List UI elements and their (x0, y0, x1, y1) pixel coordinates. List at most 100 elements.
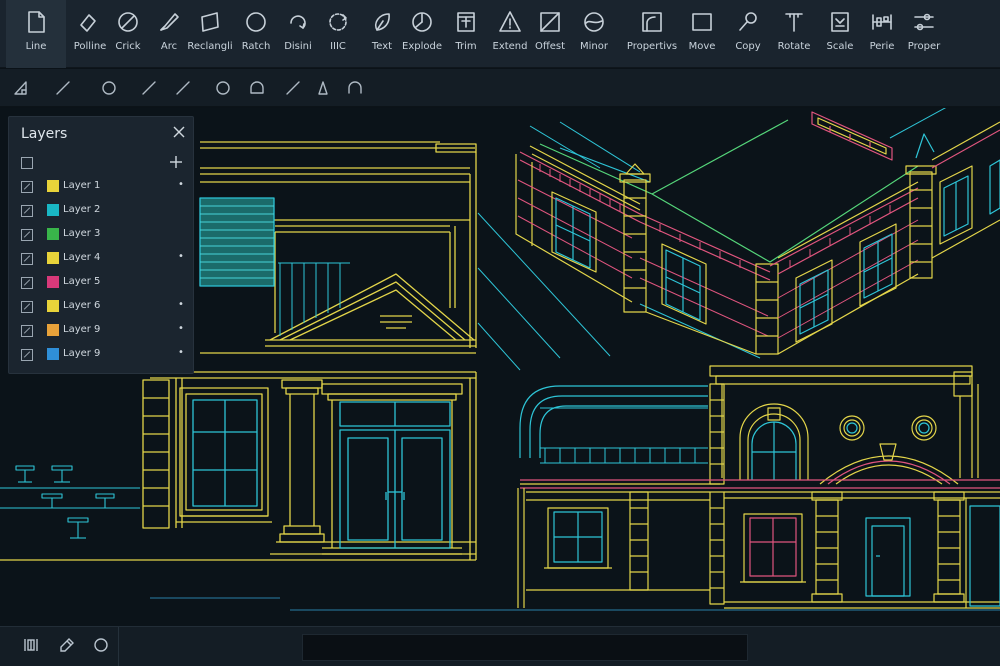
tool-line-button[interactable]: Line (6, 0, 66, 68)
pedit-tool-icon (868, 8, 896, 36)
tool-label: Polline (73, 41, 107, 52)
tool-ratch-button[interactable]: Ratch (232, 0, 280, 68)
tool-label: Extend (492, 41, 528, 52)
snap-toolbar (0, 69, 1000, 107)
rectangle-tool-icon (196, 8, 224, 36)
grid-toggle-icon (24, 639, 38, 651)
tool-rotate-button[interactable]: Rotate (770, 0, 818, 68)
toggle-all-layers-checkbox[interactable] (21, 157, 33, 169)
layer-name: Layer 9 (63, 324, 101, 335)
layer-visibility-checkbox[interactable] (21, 229, 33, 241)
copy-tool-icon (734, 8, 762, 36)
close-layers-button[interactable] (172, 124, 188, 140)
layer-row[interactable]: Layer 9 • (9, 319, 195, 343)
layer-color-swatch[interactable] (47, 204, 59, 216)
circle-snap-button[interactable] (98, 77, 120, 99)
layer-color-swatch[interactable] (47, 276, 59, 288)
ortho-toggle-button[interactable] (92, 636, 114, 658)
layer-row[interactable]: Layer 1 • (9, 175, 195, 199)
tool-scale-button[interactable]: Scale (816, 0, 864, 68)
layer-visibility-checkbox[interactable] (21, 301, 33, 313)
tool-minor-button[interactable]: Minor (570, 0, 618, 68)
layer-color-swatch[interactable] (47, 252, 59, 264)
tool-propertivs-button[interactable]: Propertivs (627, 0, 677, 68)
left-window-door (192, 399, 451, 549)
command-line-input[interactable] (302, 634, 748, 661)
layer-name: Layer 1 (63, 180, 101, 191)
ortho-toggle-icon (94, 638, 108, 652)
tool-trim-button[interactable]: Trim (442, 0, 490, 68)
trim-tool-icon (452, 8, 480, 36)
perpendicular-snap-button[interactable] (172, 77, 194, 99)
layer-visibility-checkbox[interactable] (21, 205, 33, 217)
layer-row[interactable]: Layer 2 (9, 199, 195, 223)
triangle-snap-icon (318, 81, 328, 95)
line-snap-icon (56, 81, 70, 95)
tool-move-button[interactable]: Move (678, 0, 726, 68)
snap-toggle-button[interactable] (58, 636, 80, 658)
properties-sliders-icon (910, 8, 938, 36)
layer-visibility-checkbox[interactable] (21, 349, 33, 361)
line-tool-icon (22, 8, 50, 36)
layer-row[interactable]: Layer 9 • (9, 343, 195, 367)
layer-color-swatch[interactable] (47, 300, 59, 312)
layer-status-dot: • (178, 299, 184, 310)
extend-tool-icon (496, 8, 524, 36)
layer-visibility-checkbox[interactable] (21, 253, 33, 265)
layer-row[interactable]: Layer 3 (9, 223, 195, 247)
add-layer-button[interactable] (169, 154, 185, 170)
left-furniture (0, 465, 140, 539)
layer-status-dot: • (178, 323, 184, 334)
tool-label: Reclangli (187, 41, 233, 52)
layer-color-swatch[interactable] (47, 228, 59, 240)
text-tool-icon (368, 8, 396, 36)
rotate-tool-icon (780, 8, 808, 36)
perpendicular-snap-icon (176, 81, 190, 95)
tangent-snap-icon (286, 81, 300, 95)
circle-snap-icon (102, 81, 116, 95)
tool-label: Move (688, 41, 716, 52)
tool-perie-button[interactable]: Perie (858, 0, 906, 68)
iso-building (477, 108, 1000, 371)
circle-tool-icon (114, 8, 142, 36)
close-icon (173, 126, 185, 138)
layer-row[interactable]: Layer 6 • (9, 295, 195, 319)
tool-offest-button[interactable]: Offest (526, 0, 574, 68)
angle-snap-button[interactable] (10, 77, 32, 99)
triangle-snap-button[interactable] (312, 77, 334, 99)
tool-copy-button[interactable]: Copy (724, 0, 772, 68)
layer-color-swatch[interactable] (47, 324, 59, 336)
tool-label: Rotate (777, 41, 811, 52)
tangent-snap-button[interactable] (282, 77, 304, 99)
snap-toggle-icon (60, 638, 74, 652)
arc-tool-icon (155, 8, 183, 36)
layer-visibility-checkbox[interactable] (21, 181, 33, 193)
grid-toggle-button[interactable] (22, 636, 44, 658)
layer-status-dot: • (178, 347, 184, 358)
layer-color-swatch[interactable] (47, 180, 59, 192)
layer-visibility-checkbox[interactable] (21, 277, 33, 289)
layer-name: Layer 4 (63, 252, 101, 263)
layer-row[interactable]: Layer 4 • (9, 247, 195, 271)
scale-tool-icon (826, 8, 854, 36)
tool-proper-button[interactable]: Proper (900, 0, 948, 68)
tool-reclangli-button[interactable]: Reclangli (186, 0, 234, 68)
tool-explode-button[interactable]: Explode (398, 0, 446, 68)
layer-visibility-checkbox[interactable] (21, 325, 33, 337)
diagonal-snap-icon (142, 81, 156, 95)
line-snap-button[interactable] (52, 77, 74, 99)
layer-row[interactable]: Layer 5 (9, 271, 195, 295)
layer-color-swatch[interactable] (47, 348, 59, 360)
tool-label: Trim (455, 41, 477, 52)
diagonal-snap-button[interactable] (138, 77, 160, 99)
layer-name: Layer 6 (63, 300, 101, 311)
arc-snap-button[interactable] (246, 77, 268, 99)
dome-snap-button[interactable] (344, 77, 366, 99)
layer-name: Layer 9 (63, 348, 101, 359)
plus-icon (170, 156, 182, 168)
cad-app-window: Line Polline Crick Arc Reclangli Ratch Disini I… (0, 0, 1000, 666)
tool-label: Ratch (241, 41, 271, 52)
tool-label: Crick (115, 41, 141, 52)
center-snap-button[interactable] (212, 77, 234, 99)
tool-iiic-button[interactable]: IIIC (314, 0, 362, 68)
